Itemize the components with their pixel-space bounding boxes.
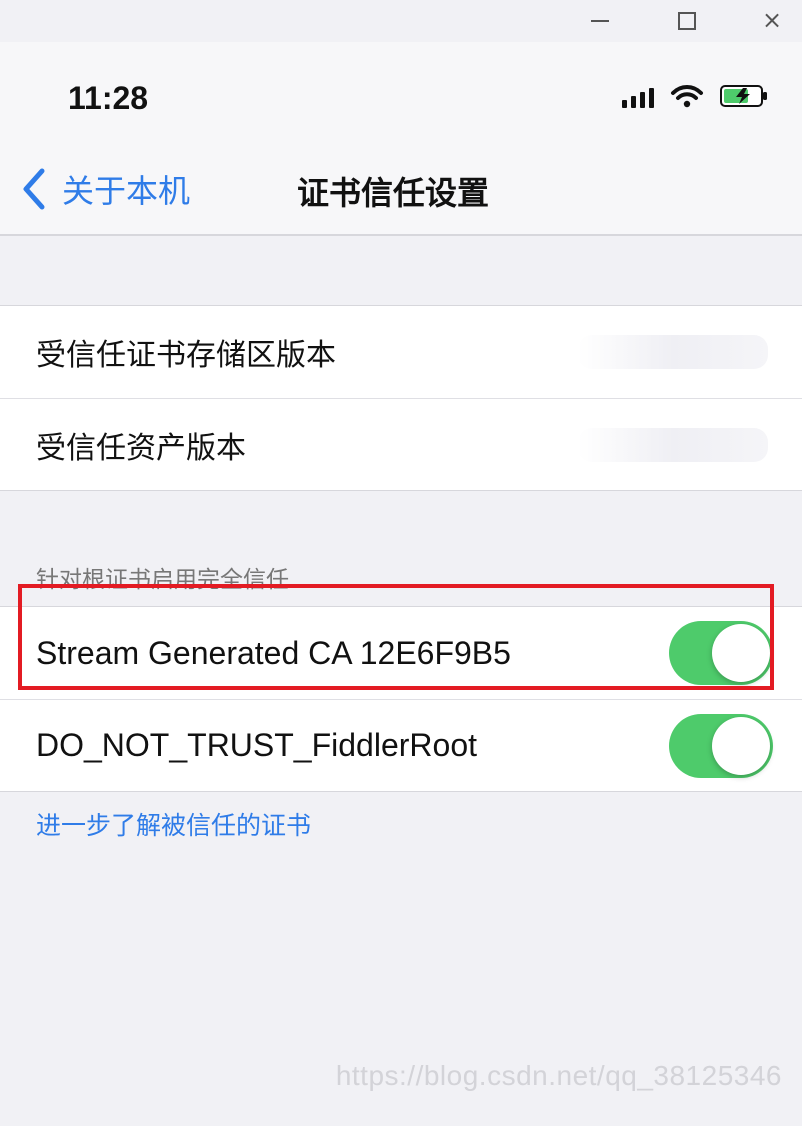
trust-asset-version-value-redacted [578, 427, 768, 462]
close-icon[interactable]: × [758, 8, 786, 32]
trust-toggle-fiddler[interactable] [669, 714, 773, 778]
back-button[interactable]: 关于本机 [18, 166, 190, 212]
status-time: 11:28 [68, 80, 149, 116]
certificate-row-fiddler[interactable]: DO_NOT_TRUST_FiddlerRoot [0, 699, 802, 791]
trust-asset-version-label: 受信任资产版本 [36, 430, 246, 466]
trust-store-version-value-redacted [578, 335, 768, 369]
maximize-icon[interactable] [672, 11, 700, 30]
minimize-icon[interactable] [586, 11, 614, 29]
trust-store-version-row: 受信任证书存储区版本 [0, 306, 802, 398]
highlight-box [18, 584, 774, 690]
version-info-group: 受信任证书存储区版本 受信任资产版本 [0, 305, 802, 491]
window-controls: × [542, 0, 802, 40]
back-label: 关于本机 [62, 172, 191, 210]
learn-more-link[interactable]: 进一步了解被信任的证书 [36, 806, 311, 842]
certificate-label-fiddler: DO_NOT_TRUST_FiddlerRoot [36, 727, 477, 763]
signal-icon [622, 84, 654, 108]
page-title: 证书信任设置 [297, 174, 490, 212]
battery-charging-icon [720, 85, 767, 107]
watermark: https://blog.csdn.net/qq_38125346 [335, 1060, 782, 1091]
chevron-left-icon [23, 168, 45, 210]
navigation-bar: 关于本机 证书信任设置 [0, 146, 802, 236]
status-icons [622, 84, 768, 108]
trust-asset-version-row: 受信任资产版本 [0, 398, 802, 490]
trust-store-version-label: 受信任证书存储区版本 [36, 338, 336, 373]
wifi-icon [671, 85, 703, 108]
status-bar: 11:28 [0, 42, 802, 146]
